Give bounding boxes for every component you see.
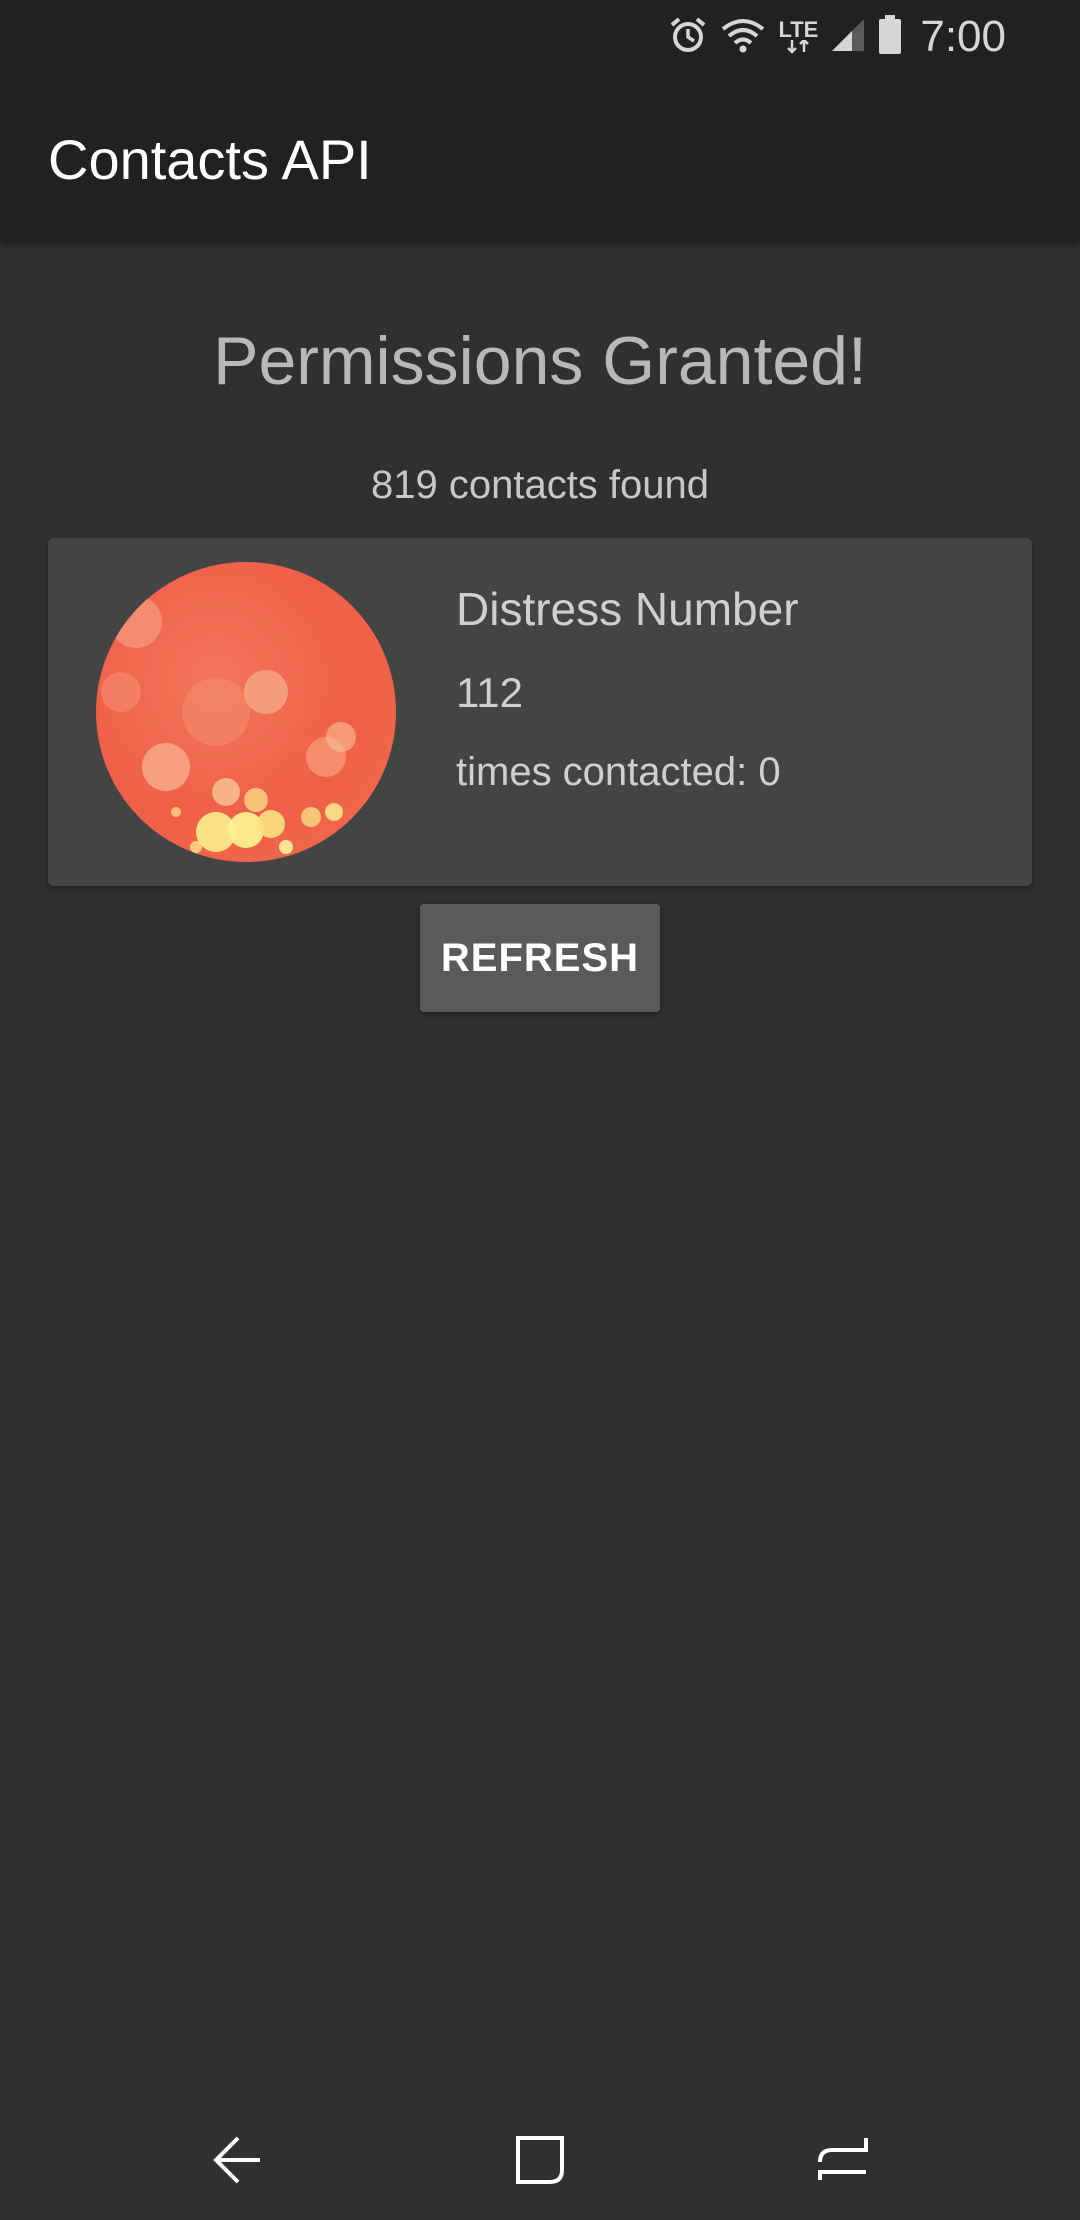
contacts-count: 819 contacts found [370, 463, 710, 507]
recents-icon [818, 2138, 868, 2180]
bokeh-photo-avatar [101, 596, 356, 854]
contact-number: 112 [456, 669, 523, 716]
wifi-icon [720, 15, 766, 60]
contact-avatar [96, 562, 396, 862]
recents-button[interactable] [802, 2120, 882, 2200]
status-bar: LTE 7:00 [0, 0, 1080, 73]
back-icon [213, 2136, 260, 2184]
times-contacted: times contacted: 0 [456, 750, 781, 794]
permissions-headline: Permissions Granted! [213, 323, 867, 399]
app-title: Contacts API [48, 128, 372, 191]
signal-icon [830, 17, 866, 58]
nav-bar [0, 2100, 1080, 2220]
alarm-icon [668, 15, 708, 60]
refresh-button[interactable]: REFRESH [420, 904, 660, 1012]
contact-card[interactable]: Distress Number 112 times contacted: 0 [48, 538, 1032, 886]
lte-icon: LTE [778, 17, 819, 54]
app-bar: Contacts API [0, 73, 1080, 241]
status-time: 7:00 [920, 12, 1006, 61]
home-icon [516, 2136, 564, 2184]
lte-label: LTE [778, 17, 819, 42]
back-button[interactable] [198, 2120, 278, 2200]
battery-icon [878, 14, 902, 60]
status-icons: LTE 7:00 [668, 12, 1006, 62]
contact-name: Distress Number [456, 583, 799, 635]
home-button[interactable] [500, 2120, 580, 2200]
